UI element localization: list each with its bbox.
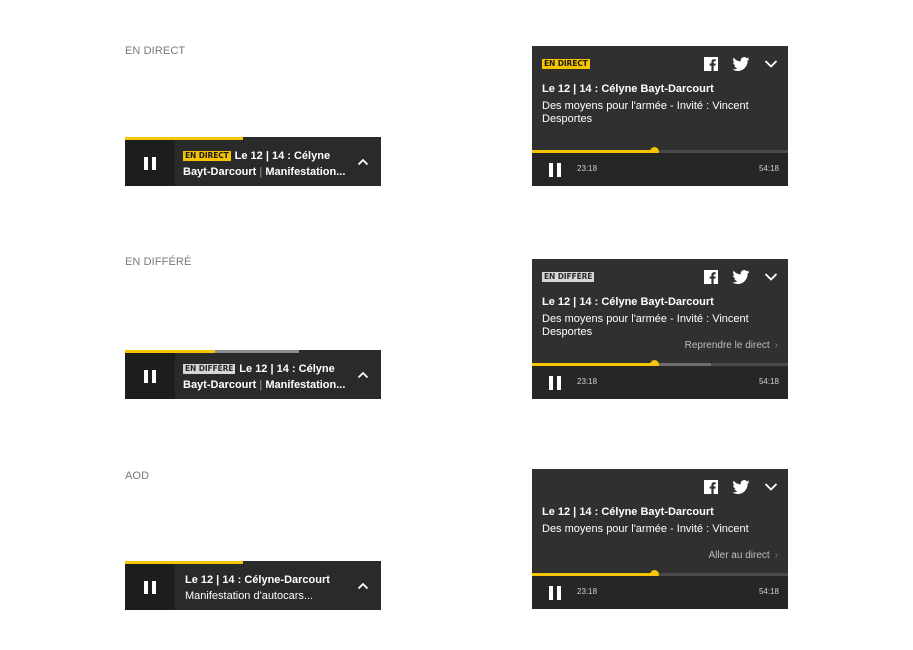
expanded-player-aod: Le 12 | 14 : Célyne Bayt-Darcourt Des mo… <box>532 469 788 609</box>
chevron-up-icon[interactable] <box>357 156 369 168</box>
mini-player-live[interactable]: EN DIRECT Le 12 | 14 : Célyne Bayt-Darcou… <box>125 137 381 186</box>
chevron-up-icon[interactable] <box>357 369 369 381</box>
facebook-icon[interactable] <box>704 57 718 71</box>
expanded-controls: 23:18 54:18 <box>532 153 788 186</box>
expanded-title: Le 12 | 14 : Célyne Bayt-Darcourt <box>542 296 714 308</box>
deferred-badge: EN DIFFÉRÉ <box>542 272 595 282</box>
pause-button[interactable] <box>549 163 561 177</box>
resume-live-link[interactable]: Reprendre le direct › <box>685 340 778 351</box>
expanded-player-deferred: EN DIFFÉRÉ Le 12 | 14 : Célyne Bayt-Darc… <box>532 259 788 399</box>
live-badge: EN DIRECT <box>183 151 231 161</box>
live-badge: EN DIRECT <box>542 59 590 69</box>
section-label-deferred: EN DIFFÉRÉ <box>125 256 192 268</box>
chevron-up-icon[interactable] <box>357 580 369 592</box>
duration: 54:18 <box>758 377 779 386</box>
mini-track-info[interactable]: EN DIFFÉRÉ Le 12 | 14 : Célyne Bayt-Darco… <box>183 361 348 393</box>
chevron-down-icon[interactable] <box>764 272 778 282</box>
go-live-link[interactable]: Aller au direct › <box>709 550 778 561</box>
pause-button[interactable] <box>549 586 561 600</box>
mini-subtitle-bold: Bayt-Darcourt <box>183 379 257 391</box>
pause-icon <box>144 580 156 594</box>
twitter-icon[interactable] <box>732 57 750 71</box>
mini-subtitle-rest: Manifestation... <box>265 166 346 178</box>
mini-player-deferred[interactable]: EN DIFFÉRÉ Le 12 | 14 : Célyne Bayt-Darco… <box>125 350 381 399</box>
twitter-icon[interactable] <box>732 270 750 284</box>
duration: 54:18 <box>758 164 779 173</box>
current-time: 23:18 <box>577 377 598 386</box>
mini-title: Le 12 | 14 : Célyne-Darcourt <box>185 574 330 586</box>
mini-player-aod[interactable]: Le 12 | 14 : Célyne-Darcourt Manifestati… <box>125 561 381 610</box>
facebook-icon[interactable] <box>704 270 718 284</box>
facebook-icon[interactable] <box>704 480 718 494</box>
expanded-description: Des moyens pour l'armée - Invité : Vince… <box>542 523 749 535</box>
deferred-badge: EN DIFFÉRÉ <box>183 364 236 374</box>
pause-button[interactable] <box>125 140 175 186</box>
pause-button[interactable] <box>549 376 561 390</box>
expanded-controls: 23:18 54:18 <box>532 366 788 399</box>
chevron-right-icon: › <box>774 340 778 351</box>
pause-button[interactable] <box>125 353 175 399</box>
section-label-live: EN DIRECT <box>125 45 186 57</box>
chevron-down-icon[interactable] <box>764 59 778 69</box>
expanded-player-live: EN DIRECT Le 12 | 14 : Célyne Bayt-Darco… <box>532 46 788 186</box>
mini-separator: | <box>256 166 266 178</box>
mini-track-info[interactable]: EN DIRECT Le 12 | 14 : Célyne Bayt-Darcou… <box>183 148 348 180</box>
expanded-description: Des moyens pour l'armée - Invité : Vince… <box>542 313 749 338</box>
section-label-aod: AOD <box>125 470 150 482</box>
expanded-description: Des moyens pour l'armée - Invité : Vince… <box>542 100 749 125</box>
mini-subtitle-rest: Manifestation d'autocars... <box>185 590 314 602</box>
mini-title: Le 12 | 14 : Célyne <box>234 150 331 162</box>
mini-title: Le 12 | 14 : Célyne <box>239 363 335 375</box>
go-live-label: Aller au direct <box>708 550 770 561</box>
twitter-icon[interactable] <box>732 480 750 494</box>
mini-subtitle-bold: Bayt-Darcourt <box>183 166 257 178</box>
duration: 54:18 <box>758 587 779 596</box>
chevron-down-icon[interactable] <box>764 482 778 492</box>
pause-icon <box>144 156 156 170</box>
current-time: 23:18 <box>577 587 598 596</box>
expanded-title: Le 12 | 14 : Célyne Bayt-Darcourt <box>542 506 714 518</box>
expanded-title: Le 12 | 14 : Célyne Bayt-Darcourt <box>542 83 714 95</box>
expanded-controls: 23:18 54:18 <box>532 576 788 609</box>
pause-icon <box>549 163 553 177</box>
current-time: 23:18 <box>577 164 598 173</box>
pause-button[interactable] <box>125 564 175 610</box>
pause-icon <box>144 369 156 383</box>
mini-track-info[interactable]: Le 12 | 14 : Célyne-Darcourt Manifestati… <box>185 572 350 604</box>
resume-live-label: Reprendre le direct <box>684 340 770 351</box>
mini-subtitle-rest: Manifestation... <box>265 379 346 391</box>
pause-icon <box>549 376 553 390</box>
chevron-right-icon: › <box>774 550 778 561</box>
pause-icon <box>549 586 553 600</box>
mini-separator: | <box>256 379 266 391</box>
